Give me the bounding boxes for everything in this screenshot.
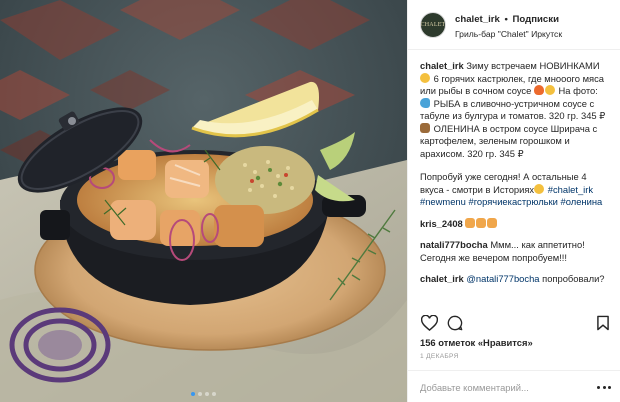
comment-username[interactable]: chalet_irk [420, 273, 464, 284]
comment-item: chalet_irk @natali777bocha попробовали? [420, 273, 612, 286]
post-panel: CHALET chalet_irk • Подписки Гриль-бар "… [407, 0, 620, 402]
header-separator: • [504, 14, 508, 25]
caption-line1: Зиму встречаем НОВИНКАМИ [466, 60, 600, 71]
more-options-button[interactable] [597, 382, 611, 392]
deer-emoji-icon [420, 122, 430, 133]
food-photo-image [0, 0, 407, 402]
avatar-logo-text: CHALET [420, 22, 446, 28]
comment-mention[interactable]: @natali777bocha [466, 273, 539, 284]
hashtag[interactable]: #оленина [561, 196, 603, 207]
dot-icon [597, 385, 600, 389]
caption: chalet_irk Зиму встречаем НОВИНКАМИ 6 го… [420, 60, 612, 209]
avatar[interactable]: CHALET [420, 12, 446, 38]
location-link[interactable]: Гриль-бар "Chalet" Иркутск [455, 29, 562, 39]
hashtag[interactable]: #newmenu [420, 196, 466, 207]
action-bar [420, 314, 612, 332]
dot-icon [608, 385, 611, 389]
post-header: CHALET chalet_irk • Подписки Гриль-бар "… [408, 0, 620, 50]
carousel-indicators [0, 392, 407, 396]
comment-username[interactable]: natali777bocha [420, 239, 488, 250]
heart-icon [420, 315, 438, 331]
hashtag[interactable]: #горячиекастрюльки [468, 196, 557, 207]
cat-emoji-icon [476, 217, 487, 228]
comment-button[interactable] [446, 314, 464, 332]
carousel-dot [205, 392, 209, 396]
post-date[interactable]: 1 ДЕКАБРЯ [420, 353, 459, 360]
follow-button[interactable]: Подписки [513, 14, 559, 25]
comment-text: попробовали? [542, 273, 605, 284]
cat-emoji-icon [465, 217, 476, 228]
fire-emoji-icon [533, 85, 544, 95]
smile-emoji-icon [534, 183, 545, 194]
comment-icon [447, 315, 463, 331]
cat-emoji-icon [487, 217, 498, 228]
comment-item: kris_2408 [420, 217, 612, 231]
comment-item: natali777bocha Ммм... как аппетитно! Сег… [420, 239, 612, 264]
comments-list[interactable]: chalet_irk Зиму встречаем НОВИНКАМИ 6 го… [420, 60, 612, 310]
carousel-dot [198, 392, 202, 396]
likes-count[interactable]: 156 отметок «Нравится» [420, 337, 533, 348]
caption-username[interactable]: chalet_irk [420, 60, 464, 71]
caption-fish-item: РЫБА в сливочно-устричном соусе с табуле… [420, 97, 606, 122]
add-comment-bar [408, 370, 620, 402]
dot-icon [602, 385, 606, 389]
header-username[interactable]: chalet_irk [455, 14, 500, 25]
fish-emoji-icon [420, 97, 430, 108]
caption-deer-item: ОЛЕНИНА в остром соусе Шрирача с картофе… [420, 122, 598, 159]
smile-emoji-icon [420, 72, 430, 83]
comment-username[interactable]: kris_2408 [420, 218, 463, 229]
save-button[interactable] [594, 314, 612, 332]
carousel-dot [212, 392, 216, 396]
header-user-line: chalet_irk • Подписки [455, 14, 559, 25]
carousel-dot [191, 392, 195, 396]
post-photo[interactable] [0, 0, 407, 402]
caption-line3: На фото: [558, 85, 598, 96]
yum-emoji-icon [544, 85, 555, 95]
bookmark-icon [597, 315, 609, 331]
like-button[interactable] [420, 314, 438, 332]
hashtag[interactable]: #chalet_irk [548, 184, 593, 195]
add-comment-input[interactable] [420, 377, 580, 397]
